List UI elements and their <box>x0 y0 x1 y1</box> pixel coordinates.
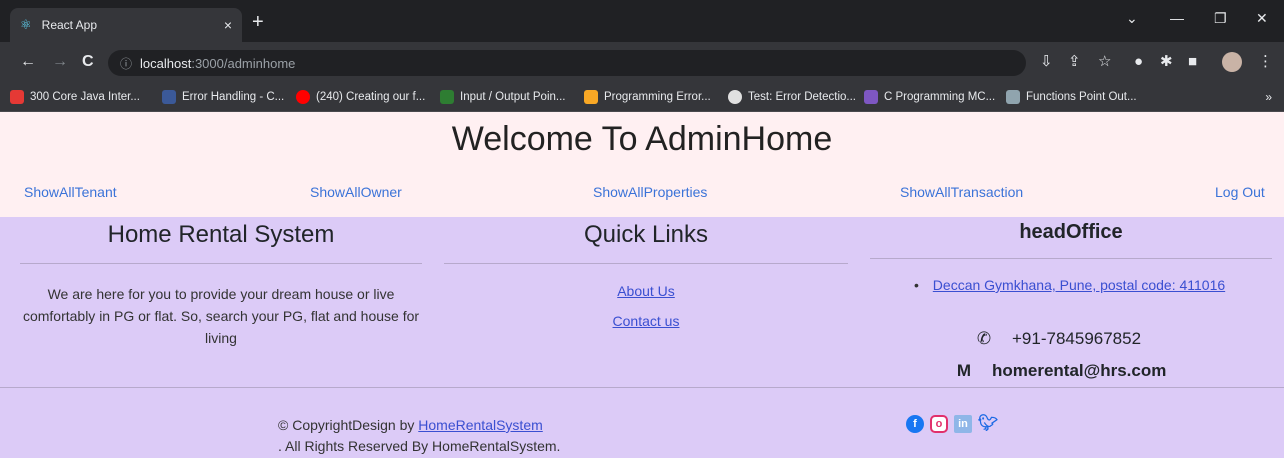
bookmark-item[interactable]: Error Handling - C... <box>162 90 284 104</box>
browser-toolbar: ← → C ⓘ localhost :3000/adminhome ⇩ ⇪ ☆ … <box>0 42 1284 84</box>
bookmark-favicon <box>864 90 878 104</box>
extension-g-icon[interactable]: ● <box>1134 54 1143 70</box>
profile-avatar[interactable] <box>1222 52 1242 72</box>
bookmark-favicon <box>1006 90 1020 104</box>
url-path: :3000/adminhome <box>191 55 296 71</box>
back-icon[interactable]: ← <box>20 54 36 70</box>
bookmark-item[interactable]: Programming Error... <box>584 90 711 104</box>
bookmark-item[interactable]: C Programming MC... <box>864 90 995 104</box>
restore-icon[interactable]: ❐ <box>1214 10 1227 27</box>
bookmark-item[interactable]: Functions Point Out... <box>1006 90 1137 104</box>
nav-show-all-transaction[interactable]: ShowAllTransaction <box>900 184 1023 200</box>
quick-links-title: Quick Links <box>583 221 709 248</box>
bookmark-favicon <box>728 90 742 104</box>
about-us-link[interactable]: About Us <box>444 283 848 299</box>
email-address: homerental@hrs.com <box>992 361 1167 380</box>
nav-show-all-owner[interactable]: ShowAllOwner <box>310 184 402 200</box>
instagram-icon[interactable]: o <box>930 415 948 433</box>
home-rental-system-link[interactable]: HomeRentalSystem <box>418 417 543 433</box>
head-office-title: headOffice <box>1019 221 1123 243</box>
footer-divider <box>0 387 1284 388</box>
phone-icon: ✆ <box>976 329 992 348</box>
address-item: • Deccan Gymkhana, Pune, postal code: 41… <box>914 277 1225 293</box>
bookmarks-bar: 300 Core Java Inter... Error Handling - … <box>0 84 1284 112</box>
tab-close-icon[interactable]: × <box>224 17 232 33</box>
bookmark-favicon <box>584 90 598 104</box>
reload-icon[interactable]: C <box>82 54 94 70</box>
nav-show-all-tenant[interactable]: ShowAllTenant <box>24 184 117 200</box>
close-window-icon[interactable]: ✕ <box>1256 10 1268 27</box>
extensions-puzzle-icon[interactable]: ✱ <box>1160 54 1173 70</box>
bookmark-item[interactable]: Test: Error Detectio... <box>728 90 856 104</box>
nav-show-all-properties[interactable]: ShowAllProperties <box>593 184 707 200</box>
minimize-icon[interactable]: — <box>1170 10 1184 26</box>
address-link[interactable]: Deccan Gymkhana, Pune, postal code: 4110… <box>933 277 1225 293</box>
install-icon[interactable]: ⇩ <box>1040 54 1053 70</box>
browser-tab[interactable]: ⚛ React App × <box>10 8 242 42</box>
divider <box>870 258 1272 259</box>
url-host: localhost <box>140 55 192 71</box>
contact-us-link[interactable]: Contact us <box>444 313 848 329</box>
facebook-icon[interactable]: f <box>906 415 924 433</box>
page-title: Welcome To AdminHome <box>451 120 833 158</box>
email-row: M homerental@hrs.com <box>952 361 1166 381</box>
linkedin-icon[interactable]: in <box>954 415 972 433</box>
about-text: We are here for you to provide your drea… <box>22 286 420 346</box>
bookmark-item[interactable]: (240) Creating our f... <box>296 90 425 104</box>
bookmark-item[interactable]: 300 Core Java Inter... <box>10 90 140 104</box>
tab-title: React App <box>41 18 98 32</box>
tab-search-icon[interactable]: ⌄ <box>1126 10 1138 27</box>
phone-number: +91-7845967852 <box>1012 329 1142 348</box>
bullet: • <box>914 277 919 293</box>
about-title: Home Rental System <box>107 221 335 248</box>
share-icon[interactable]: ⇪ <box>1068 54 1081 70</box>
divider <box>444 263 848 264</box>
side-panel-icon[interactable]: ■ <box>1188 54 1197 70</box>
copyright-text: © CopyrightDesign by HomeRentalSystem . … <box>278 417 561 454</box>
site-footer: Home Rental System We are here for you t… <box>0 217 1284 458</box>
new-tab-button[interactable]: + <box>252 12 264 32</box>
forward-icon[interactable]: → <box>52 54 68 70</box>
bookmark-favicon <box>162 90 176 104</box>
bookmark-item[interactable]: Input / Output Poin... <box>440 90 565 104</box>
bookmarks-more-icon[interactable]: » <box>1265 90 1272 104</box>
phone-row: ✆ +91-7845967852 <box>972 329 1141 349</box>
mail-icon: M <box>956 361 972 380</box>
address-bar[interactable]: ⓘ localhost :3000/adminhome <box>108 50 1026 76</box>
bookmark-star-icon[interactable]: ☆ <box>1098 54 1111 70</box>
twitter-icon[interactable]: 🐦︎ <box>978 415 998 433</box>
browser-tab-bar: ⚛ React App × + ⌄ — ❐ ✕ <box>0 0 1284 42</box>
bookmark-favicon <box>10 90 24 104</box>
logout-link[interactable]: Log Out <box>1215 184 1265 200</box>
youtube-icon <box>296 90 310 104</box>
info-icon[interactable]: ⓘ <box>120 55 132 72</box>
social-links: f o in 🐦︎ <box>906 415 998 433</box>
menu-kebab-icon[interactable]: ⋮ <box>1258 54 1273 70</box>
react-icon: ⚛ <box>20 17 32 32</box>
admin-header: Welcome To AdminHome ShowAllTenant ShowA… <box>0 112 1284 217</box>
bookmark-favicon <box>440 90 454 104</box>
divider <box>20 263 422 264</box>
